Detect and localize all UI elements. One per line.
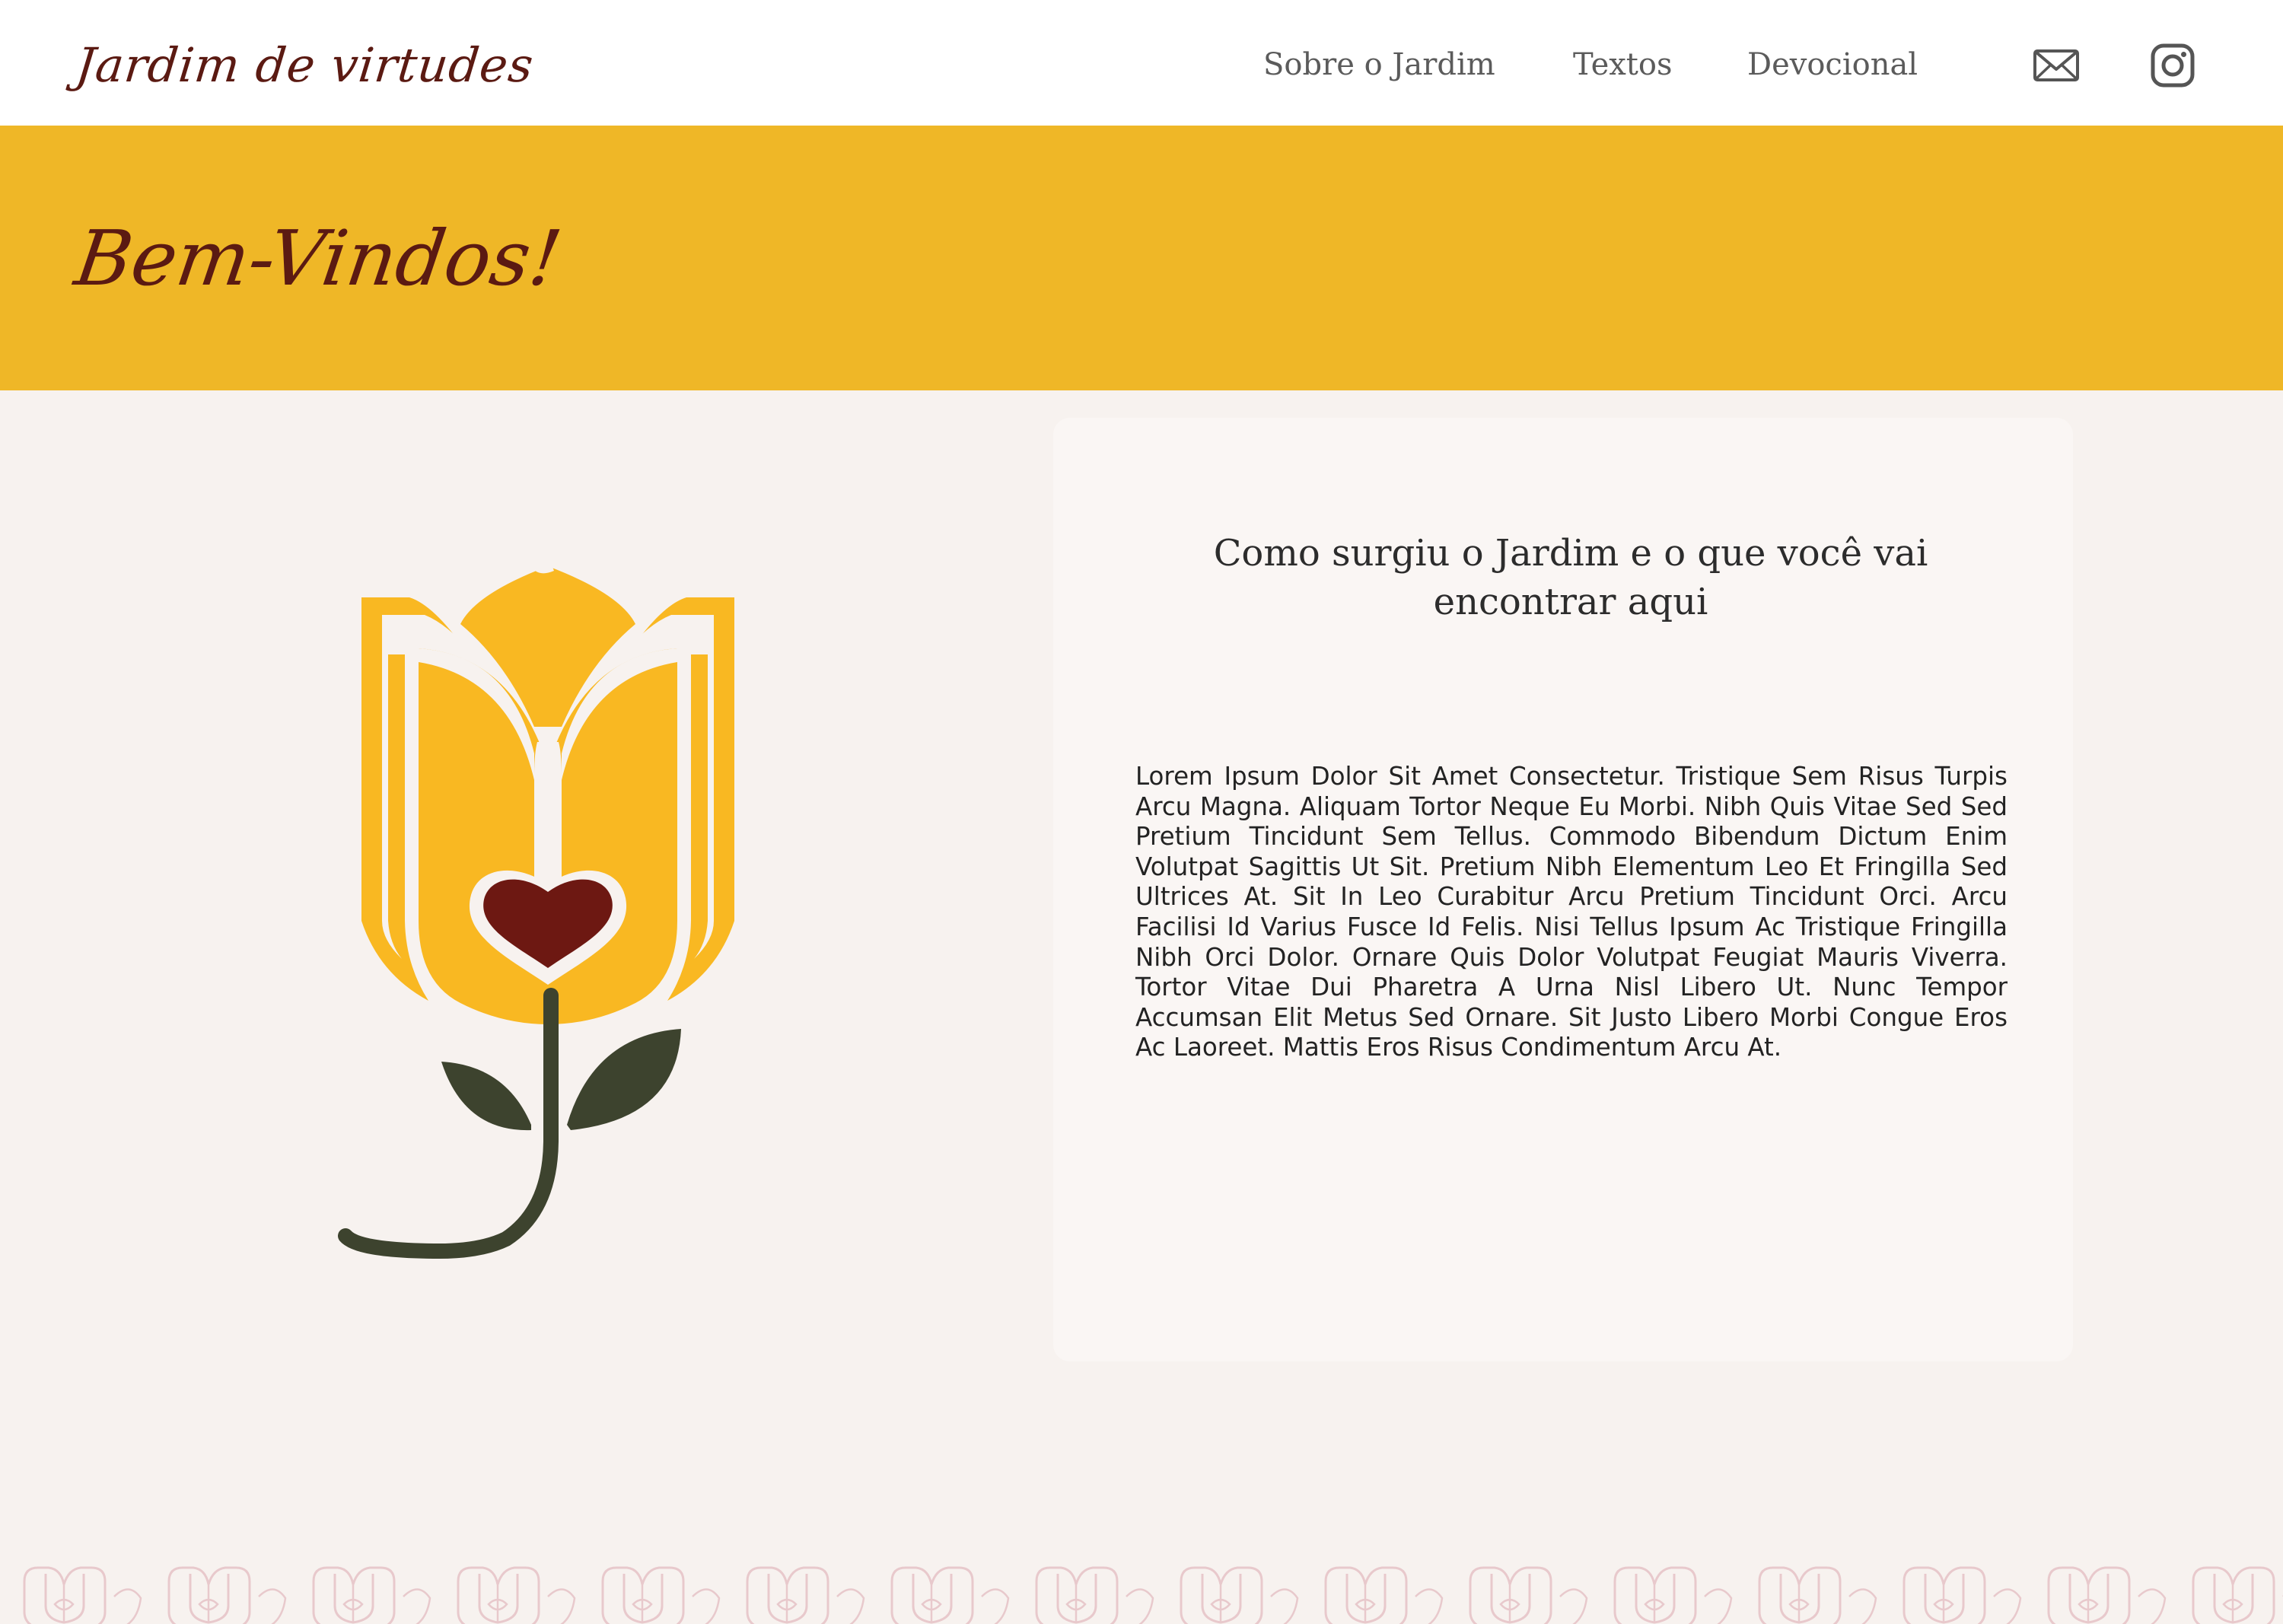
site-logo-text[interactable]: Jardim de virtudes (72, 23, 538, 107)
top-navbar: Jardim de virtudes Sobre o Jardim Textos… (0, 0, 2283, 126)
tulip-heart-illustration (338, 563, 734, 1259)
nav-link-sobre-o-jardim[interactable]: Sobre o Jardim (1263, 38, 1495, 91)
mail-icon[interactable] (2033, 42, 2080, 89)
welcome-banner: Bem-Vindos! (0, 126, 2283, 390)
nav-link-textos[interactable]: Textos (1573, 38, 1673, 91)
nav-link-devocional[interactable]: Devocional (1747, 38, 1918, 91)
about-card-body: Lorem Ipsum Dolor Sit Amet Consectetur. … (1135, 762, 2008, 1062)
about-card: Como surgiu o Jardim e o que você vai en… (1053, 418, 2073, 1361)
about-card-title: Como surgiu o Jardim e o que você vai en… (1213, 532, 1928, 623)
decorative-tulip-pattern (23, 1566, 2283, 1624)
instagram-icon[interactable] (2149, 42, 2196, 89)
welcome-heading: Bem-Vindos! (69, 214, 567, 303)
